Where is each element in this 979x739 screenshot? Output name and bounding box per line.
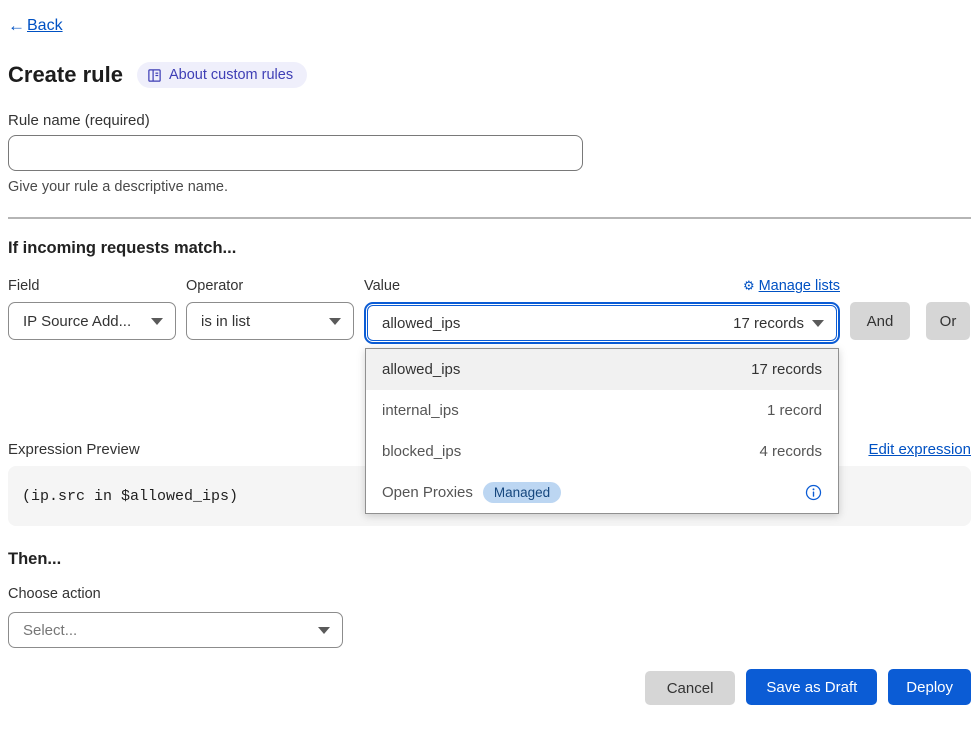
about-badge-label: About custom rules	[169, 67, 293, 83]
list-dropdown: allowed_ips 17 records internal_ips 1 re…	[365, 348, 839, 514]
expression-preview-label: Expression Preview	[8, 441, 140, 458]
back-arrow-icon: ←	[8, 16, 25, 36]
page-title: Create rule	[8, 62, 123, 88]
rule-name-input[interactable]	[8, 135, 583, 171]
list-item-count: 4 records	[759, 443, 822, 460]
field-label: Field	[8, 278, 176, 294]
list-item-name: Open Proxies	[382, 484, 473, 501]
save-as-draft-button[interactable]: Save as Draft	[746, 669, 877, 705]
field-select-value: IP Source Add...	[23, 313, 131, 330]
or-button[interactable]: Or	[926, 302, 970, 340]
operator-label: Operator	[186, 278, 354, 294]
list-item-name: blocked_ips	[382, 443, 461, 460]
chevron-down-icon	[329, 318, 341, 325]
value-select-value: allowed_ips	[382, 315, 460, 332]
list-item-name: internal_ips	[382, 402, 459, 419]
manage-lists-label[interactable]: Manage lists	[759, 278, 840, 294]
gear-icon: ⚙	[743, 278, 755, 294]
edit-expression-link[interactable]: Edit expression	[868, 441, 971, 458]
info-icon[interactable]	[805, 484, 822, 501]
value-label: Value	[364, 278, 400, 294]
back-link-label[interactable]: Back	[27, 17, 63, 35]
value-select[interactable]: allowed_ips 17 records	[367, 305, 837, 341]
list-item[interactable]: blocked_ips 4 records	[366, 431, 838, 472]
value-select-focused: allowed_ips 17 records allowed_ips 17 re…	[364, 302, 840, 344]
back-link[interactable]: ←Back	[8, 16, 971, 36]
manage-lists-link[interactable]: ⚙ Manage lists	[743, 278, 840, 294]
section-divider	[8, 217, 971, 219]
list-item-count: 17 records	[751, 361, 822, 378]
chevron-down-icon	[812, 320, 824, 327]
match-section-heading: If incoming requests match...	[8, 239, 971, 258]
list-item[interactable]: internal_ips 1 record	[366, 390, 838, 431]
field-select[interactable]: IP Source Add...	[8, 302, 176, 340]
operator-select-value: is in list	[201, 313, 250, 330]
about-custom-rules-badge[interactable]: About custom rules	[137, 62, 307, 88]
list-item[interactable]: allowed_ips 17 records	[366, 349, 838, 390]
list-item-count: 1 record	[767, 402, 822, 419]
rule-name-helper: Give your rule a descriptive name.	[8, 179, 971, 195]
book-icon	[147, 68, 162, 83]
rule-name-label: Rule name (required)	[8, 112, 971, 129]
chevron-down-icon	[318, 627, 330, 634]
managed-badge: Managed	[483, 482, 561, 503]
action-select[interactable]: Select...	[8, 612, 343, 648]
deploy-button[interactable]: Deploy	[888, 669, 971, 705]
expression-code: (ip.src in $allowed_ips)	[22, 488, 238, 505]
list-item-name: allowed_ips	[382, 361, 460, 378]
list-item[interactable]: Open Proxies Managed	[366, 472, 838, 513]
action-select-placeholder: Select...	[23, 622, 77, 639]
and-button[interactable]: And	[850, 302, 910, 340]
cancel-button[interactable]: Cancel	[645, 671, 736, 705]
operator-select[interactable]: is in list	[186, 302, 354, 340]
choose-action-label: Choose action	[8, 586, 971, 602]
then-heading: Then...	[8, 550, 971, 569]
chevron-down-icon	[151, 318, 163, 325]
value-select-count: 17 records	[733, 315, 804, 332]
